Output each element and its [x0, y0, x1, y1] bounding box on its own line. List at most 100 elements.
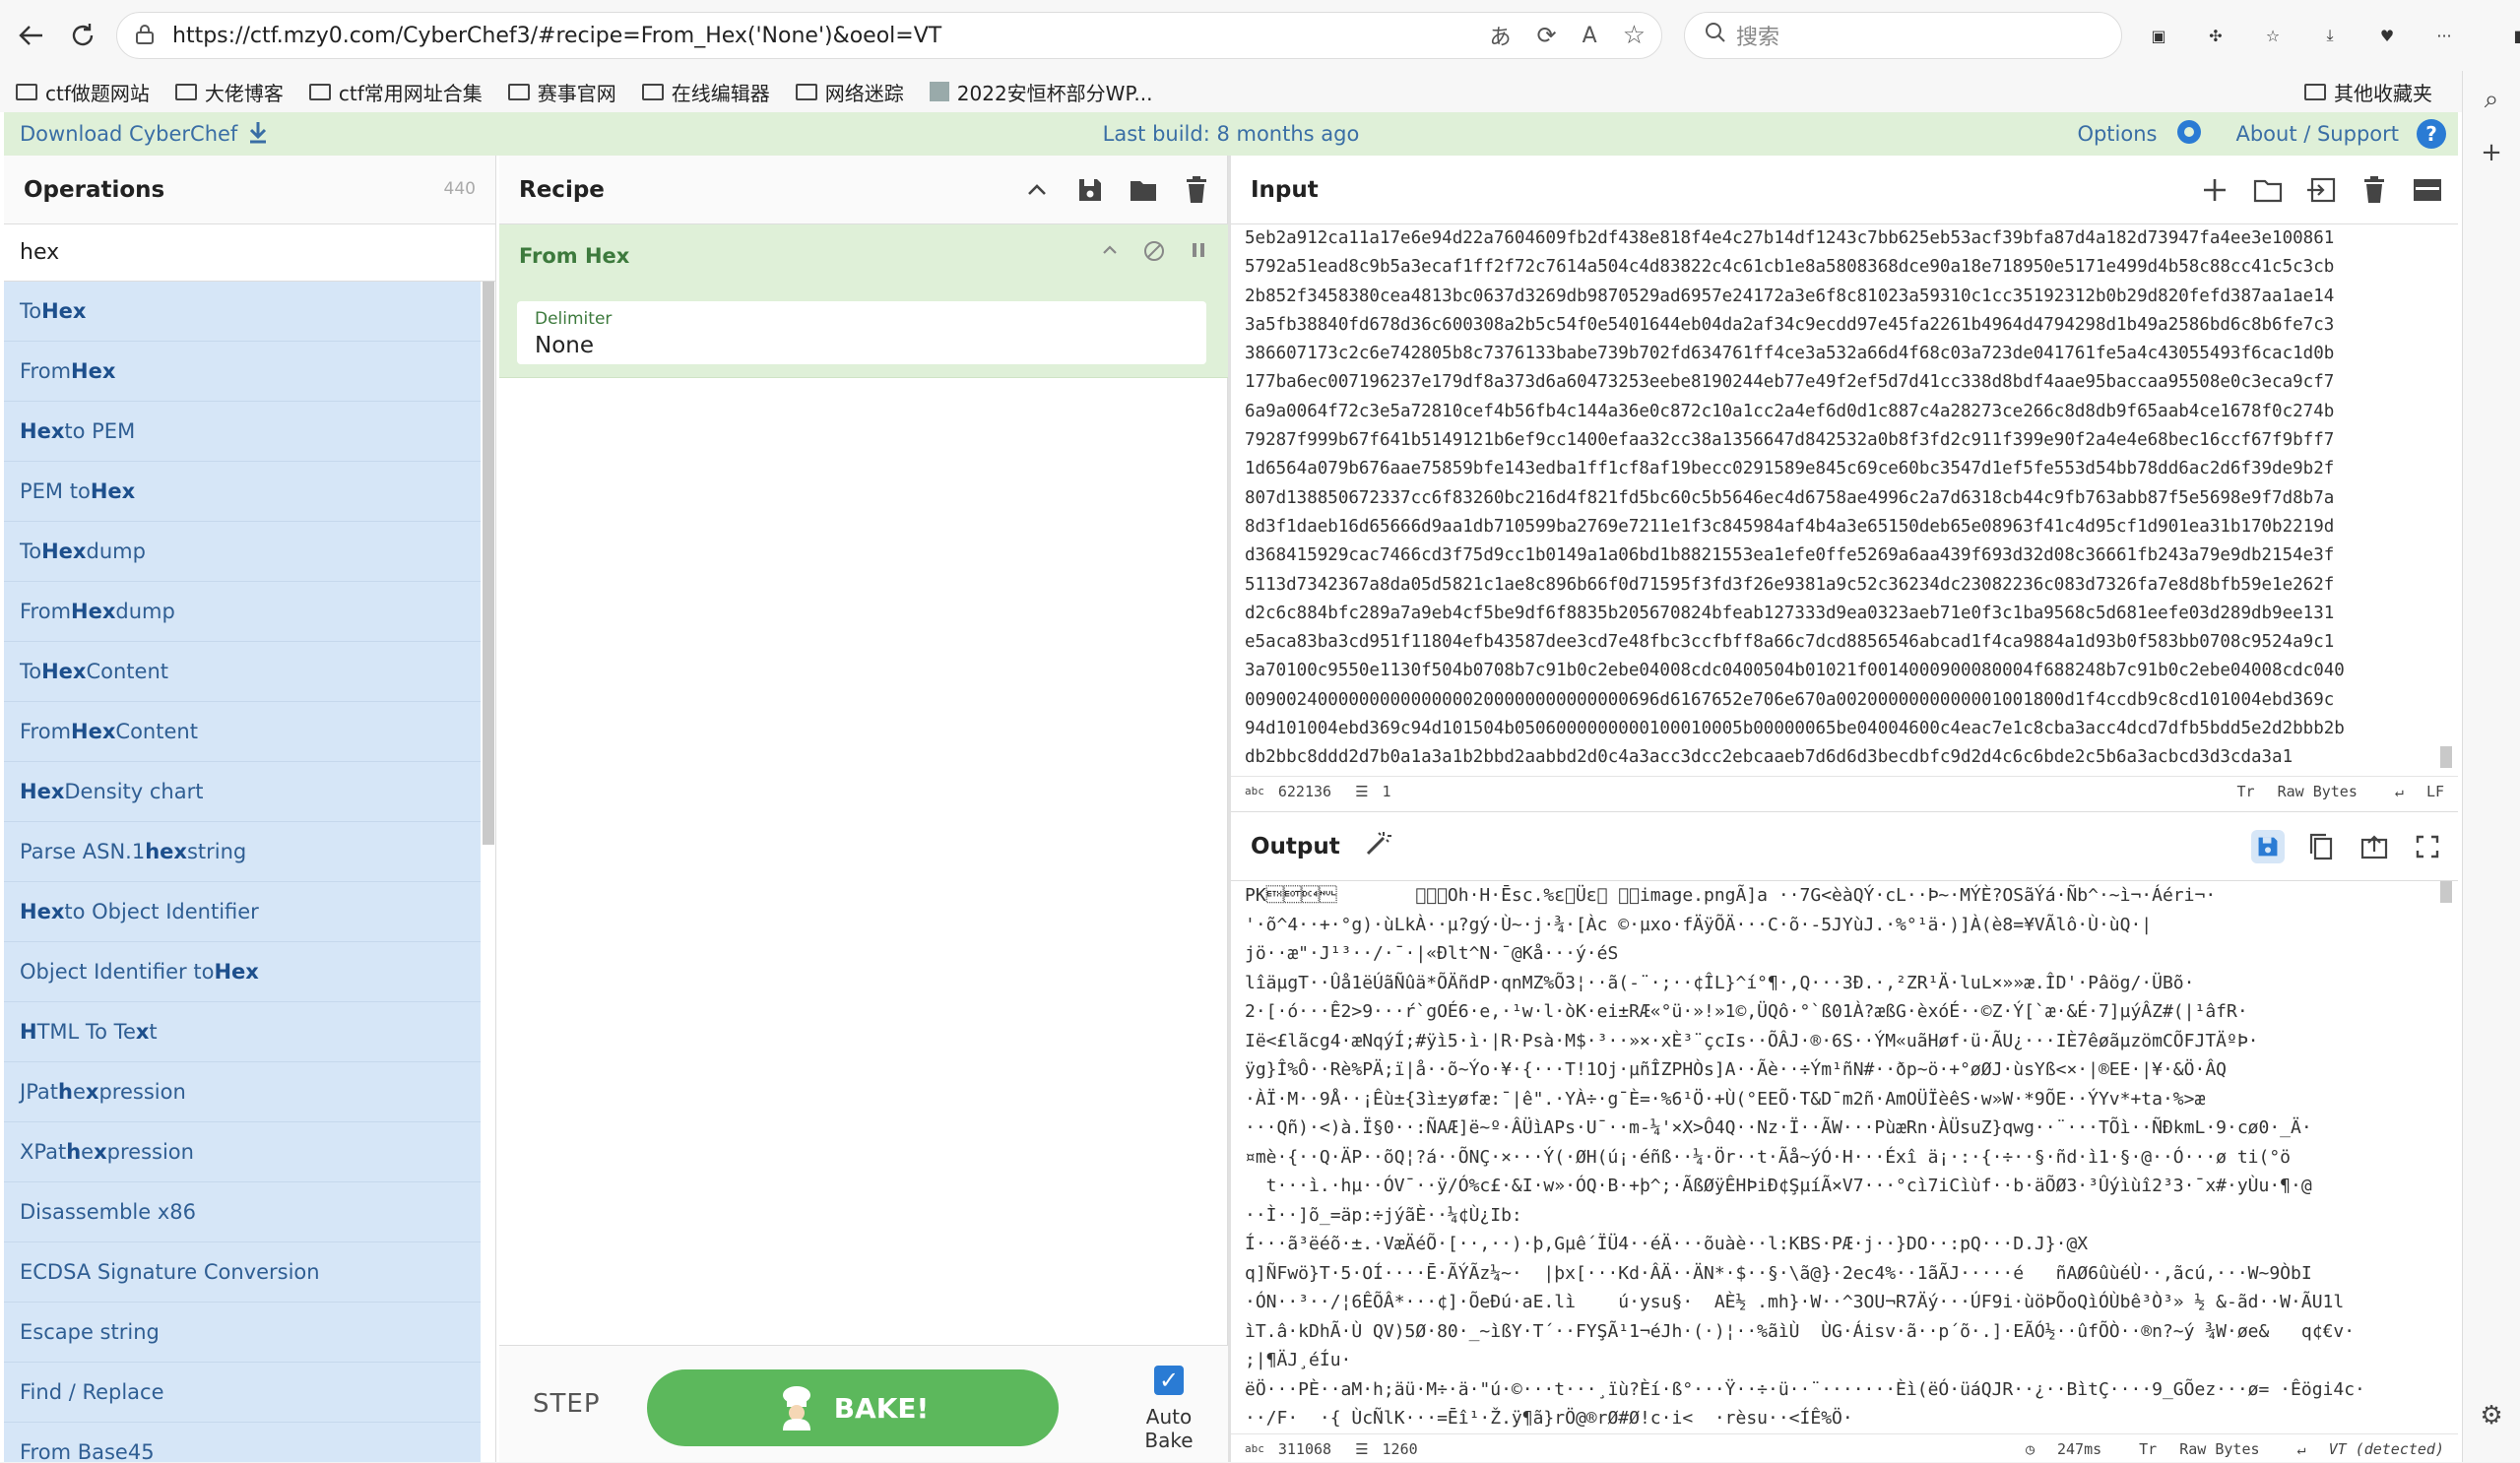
- bookmarks-bar: ctf做题网站 大佬博客 ctf常用网址合集 赛事官网 在线编辑器 网络迷踪 2…: [0, 71, 2462, 112]
- search-icon[interactable]: ⌕: [2472, 85, 2511, 124]
- input-chr-enc[interactable]: Tr Raw Bytes: [2237, 783, 2358, 800]
- operation-item[interactable]: To Hex Content: [4, 642, 481, 702]
- favorites-icon[interactable]: ☆: [2251, 14, 2294, 57]
- operation-item[interactable]: Object Identifier to Hex: [4, 942, 481, 1002]
- disable-icon[interactable]: [1143, 240, 1165, 266]
- input-line: db2bbc8ddd2d7b0a1a3a1b2bbd2aabbd2d0c4a3a…: [1245, 747, 2294, 766]
- bookmark-folder[interactable]: 赛事官网: [507, 78, 616, 106]
- operation-item[interactable]: Hex to PEM: [4, 402, 481, 462]
- recipe-operation-from-hex[interactable]: From Hex Delimiter None: [499, 224, 1228, 378]
- operation-item[interactable]: PEM to Hex: [4, 462, 481, 522]
- download-cyberchef-link[interactable]: Download CyberChef: [20, 120, 269, 149]
- translate-icon[interactable]: あ: [1490, 20, 1512, 51]
- read-aloud-icon[interactable]: A: [1583, 24, 1597, 48]
- options-link[interactable]: Options: [2077, 122, 2157, 146]
- bookmark-folder[interactable]: 在线编辑器: [641, 78, 770, 106]
- layout-icon[interactable]: [2411, 173, 2444, 207]
- search-icon: [1705, 22, 1726, 49]
- operation-item[interactable]: To Hex: [4, 282, 481, 342]
- browser-tools: ▣ ✣ ☆ ⤓ ♥ ··· ◧: [2137, 14, 2520, 57]
- gear-icon[interactable]: [2174, 117, 2204, 152]
- folder-icon: [16, 83, 37, 100]
- copy-icon[interactable]: [2304, 830, 2338, 863]
- output-header: Output: [1231, 812, 2458, 881]
- operation-item[interactable]: Hex Density chart: [4, 762, 481, 822]
- step-button[interactable]: STEP: [533, 1389, 601, 1419]
- output-scrollbar[interactable]: [2440, 881, 2452, 903]
- operation-item[interactable]: To Hex dump: [4, 522, 481, 582]
- chevron-up-icon[interactable]: [1020, 173, 1054, 207]
- extension-icon[interactable]: ⟳: [1537, 22, 1557, 49]
- url-bar[interactable]: https://ctf.mzy0.com/CyberChef3/#recipe=…: [116, 12, 1662, 59]
- open-folder-icon[interactable]: [2251, 173, 2285, 207]
- operation-item[interactable]: ECDSA Signature Conversion: [4, 1242, 481, 1303]
- output-line: ···Qñ)·<)à.Ï§0··:ÑAÆ]ë~º·ÂÜìAPs·U¯··m-¼'…: [1245, 1117, 2312, 1138]
- operation-item[interactable]: From Hex dump: [4, 582, 481, 642]
- add-tab-icon[interactable]: [2198, 173, 2231, 207]
- operation-item[interactable]: XPat h e x pression: [4, 1122, 481, 1182]
- copilot-icon[interactable]: ◧: [2499, 14, 2520, 57]
- trash-icon[interactable]: [2358, 173, 2391, 207]
- delimiter-field[interactable]: Delimiter None: [517, 301, 1206, 364]
- input-line: 5792a51ead8c9b5a3ecaf1ff2f72c7614a504c4d…: [1245, 257, 2335, 278]
- auto-bake-toggle[interactable]: ✓ Auto Bake: [1120, 1366, 1218, 1452]
- sync-icon[interactable]: ♥: [2365, 14, 2409, 57]
- settings-icon[interactable]: ⚙: [2472, 1401, 2511, 1440]
- output-eol[interactable]: ↵ VT (detected): [2297, 1440, 2444, 1458]
- operation-item[interactable]: Find / Replace: [4, 1363, 481, 1423]
- input-line: 2b852f3458380cea4813bc0637d3269db9870529…: [1245, 286, 2335, 306]
- operation-item[interactable]: From Hex: [4, 342, 481, 402]
- address-toolbar: https://ctf.mzy0.com/CyberChef3/#recipe=…: [0, 0, 2520, 71]
- back-icon[interactable]: [4, 8, 59, 63]
- delimiter-value[interactable]: None: [535, 333, 1189, 358]
- magic-wand-icon[interactable]: [1364, 830, 1391, 863]
- fullscreen-icon[interactable]: [2411, 830, 2444, 863]
- bake-button[interactable]: BAKE!: [647, 1369, 1059, 1446]
- output-chr-enc[interactable]: Tr Raw Bytes: [2139, 1440, 2259, 1458]
- operation-item[interactable]: Parse ASN.1 hex string: [4, 822, 481, 882]
- about-support-link[interactable]: About / Support: [2235, 122, 2399, 146]
- output-line: ÿg}Î%Ô··Rè%PÄ;ï|å··õ~Ýo·¥·{···T!1Oj·µñÎZ…: [1245, 1059, 2227, 1080]
- media-icon[interactable]: ▣: [2137, 14, 2180, 57]
- operations-search-input[interactable]: [20, 240, 473, 265]
- operations-scrollbar[interactable]: [483, 282, 494, 845]
- operation-item[interactable]: Escape string: [4, 1303, 481, 1363]
- bookmark-folder[interactable]: ctf做题网站: [16, 78, 150, 106]
- input-line: 386607173c2c6e742805b8c7376133babe739b70…: [1245, 344, 2335, 364]
- chevron-up-icon[interactable]: [1100, 240, 1120, 266]
- save-output-icon[interactable]: [2251, 830, 2285, 863]
- operation-item[interactable]: H TML To Te x t: [4, 1002, 481, 1062]
- favorite-star-icon[interactable]: ☆: [1623, 21, 1646, 50]
- add-icon[interactable]: +: [2472, 138, 2511, 177]
- more-icon[interactable]: ···: [2423, 14, 2466, 57]
- operation-item[interactable]: Hex to Object Identifier: [4, 882, 481, 942]
- downloads-icon[interactable]: ⤓: [2308, 14, 2352, 57]
- folder-open-icon[interactable]: [1127, 173, 1160, 207]
- input-scrollbar[interactable]: [2440, 746, 2452, 768]
- open-file-icon[interactable]: [2304, 173, 2338, 207]
- auto-bake-label: Auto Bake: [1144, 1405, 1194, 1452]
- bookmark-folder[interactable]: 网络迷踪: [795, 78, 904, 106]
- replace-input-icon[interactable]: [2358, 830, 2391, 863]
- input-textarea[interactable]: 5eb2a912ca11a17e6e94d22a7604609fb2df438e…: [1245, 224, 2436, 766]
- pause-icon[interactable]: [1189, 240, 1208, 266]
- refresh-icon[interactable]: [55, 8, 110, 63]
- bookmark-folder[interactable]: ctf常用网址合集: [308, 78, 483, 106]
- output-textarea[interactable]: PK    Oh·H·Ēsc.%ɛ Üɛ    image.pngÃ]a…: [1245, 881, 2436, 1432]
- output-line: ··/F· ·{ ÙcÑlK···=Ēî¹·Ž.ÿ¶ã}rÖ@®rØ#Ø!c·i…: [1245, 1408, 1853, 1429]
- extensions-icon[interactable]: ✣: [2194, 14, 2237, 57]
- bookmark-folder[interactable]: 大佬博客: [174, 78, 284, 106]
- trash-icon[interactable]: [1180, 173, 1213, 207]
- operation-item[interactable]: From Hex Content: [4, 702, 481, 762]
- operation-item[interactable]: From Base45: [4, 1423, 481, 1462]
- help-icon[interactable]: ?: [2417, 119, 2446, 149]
- bookmark-page[interactable]: 2022安恒杯部分WP...: [929, 78, 1152, 106]
- operations-search[interactable]: [4, 224, 495, 282]
- operation-item[interactable]: Disassemble x86: [4, 1182, 481, 1242]
- checkbox-checked-icon[interactable]: ✓: [1154, 1366, 1184, 1395]
- operation-item[interactable]: JPat h e x pression: [4, 1062, 481, 1122]
- save-icon[interactable]: [1073, 173, 1107, 207]
- search-bar[interactable]: 搜索: [1684, 12, 2122, 59]
- other-bookmarks[interactable]: 其他收藏夹: [2304, 71, 2432, 112]
- input-eol[interactable]: ↵ LF: [2395, 783, 2444, 800]
